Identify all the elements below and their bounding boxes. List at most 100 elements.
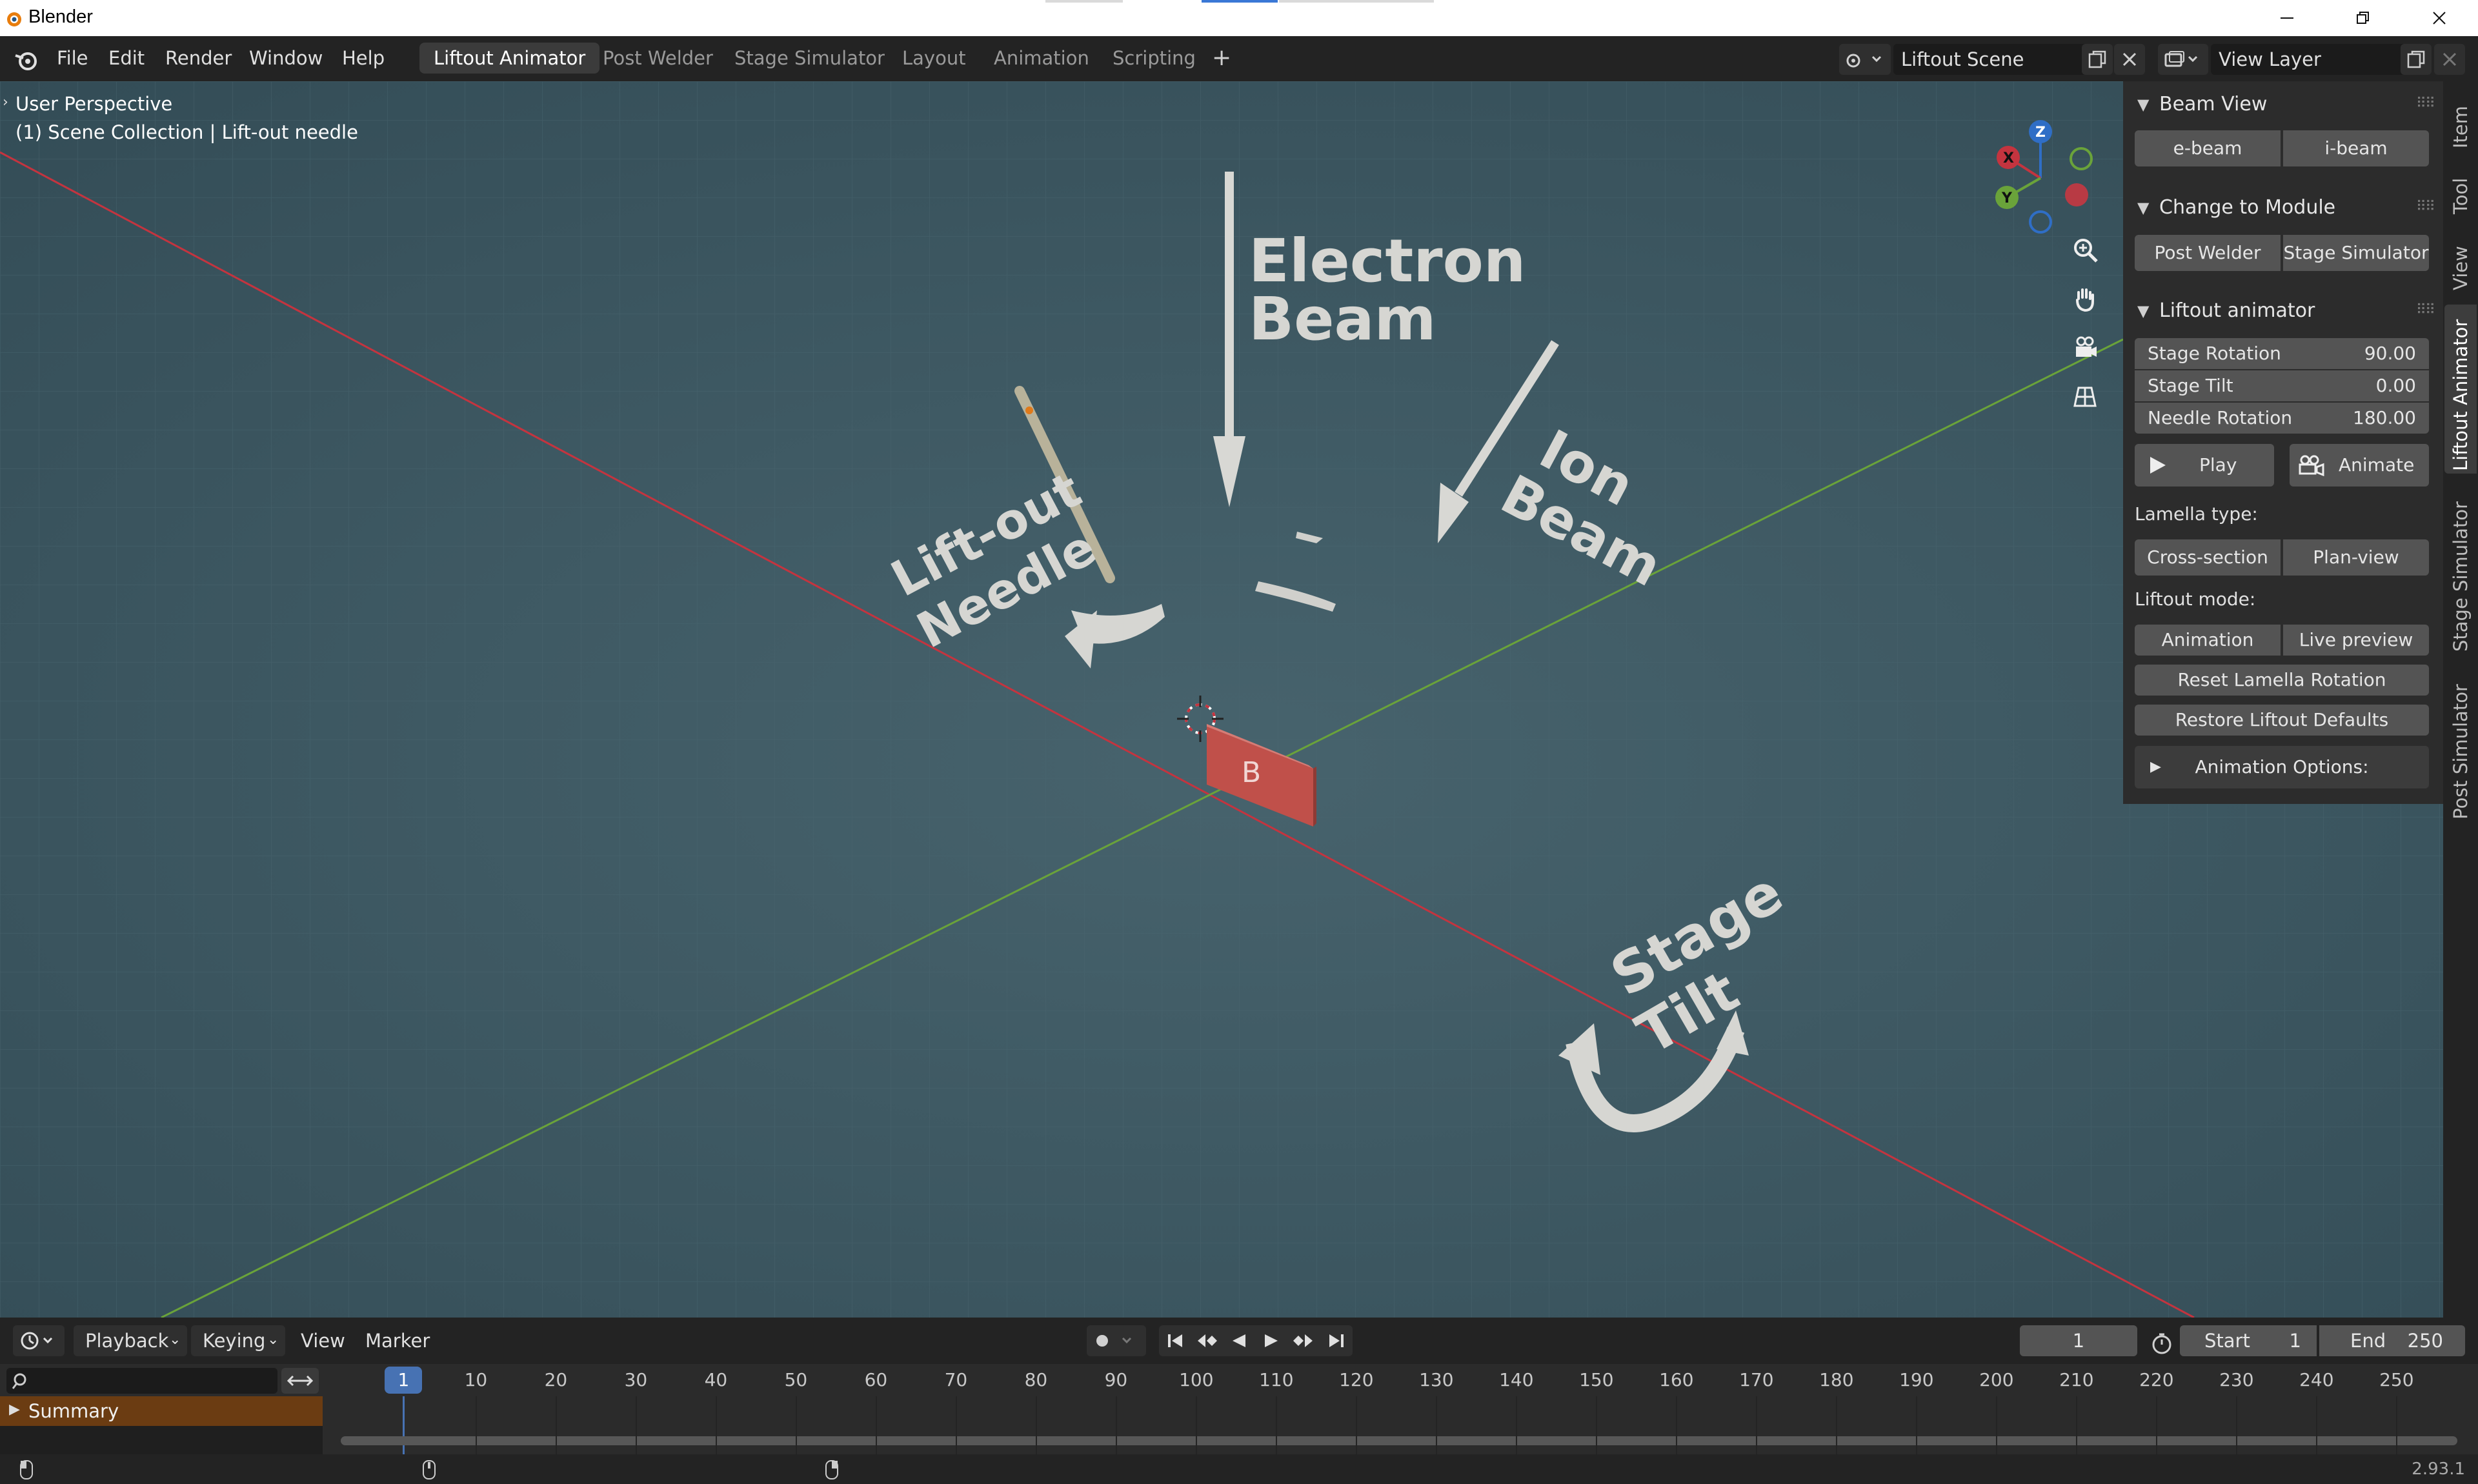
- zoom-button[interactable]: [2065, 230, 2105, 270]
- blender-menu-icon[interactable]: [13, 46, 40, 74]
- new-view-layer-button[interactable]: [2401, 44, 2432, 75]
- cross-section-button[interactable]: Cross-section: [2135, 539, 2281, 576]
- tab-scripting[interactable]: Scripting: [1098, 43, 1210, 74]
- close-button[interactable]: [2402, 0, 2476, 36]
- change-module-header[interactable]: ▼ Change to Module ⠿⠿: [2123, 185, 2443, 230]
- frame-grid-line: [555, 1396, 557, 1454]
- tab-tool[interactable]: Tool: [2450, 163, 2472, 214]
- menu-edit[interactable]: Edit: [101, 44, 152, 72]
- play-icon[interactable]: [1258, 1332, 1284, 1350]
- restore-liftout-defaults-button[interactable]: Restore Liftout Defaults: [2135, 705, 2429, 736]
- e-beam-button[interactable]: e-beam: [2135, 130, 2281, 166]
- add-workspace-button[interactable]: +: [1198, 43, 1245, 74]
- pan-button[interactable]: [2065, 279, 2105, 319]
- drag-grip-icon[interactable]: ⠿⠿: [2416, 199, 2435, 215]
- animation-mode-button[interactable]: Animation: [2135, 625, 2281, 656]
- tab-view[interactable]: View: [2450, 232, 2472, 290]
- tab-post-simulator-side[interactable]: Post Simulator: [2450, 677, 2472, 819]
- playhead-line[interactable]: [403, 1396, 405, 1454]
- play-reverse-icon[interactable]: [1226, 1332, 1252, 1350]
- jump-start-icon[interactable]: [1163, 1332, 1189, 1350]
- change-module-title: Change to Module: [2159, 196, 2336, 219]
- end-frame-field[interactable]: End 250: [2319, 1325, 2465, 1356]
- tab-stage-simulator-side[interactable]: Stage Simulator: [2450, 490, 2472, 652]
- animate-button[interactable]: Animate: [2290, 444, 2429, 486]
- tab-animation[interactable]: Animation: [980, 43, 1103, 74]
- timeline-ruler[interactable]: 1 10 20 30 40 50 60 70 80 90 100 110 120 130 140 150 160…: [0, 1364, 2478, 1396]
- tab-layout[interactable]: Layout: [888, 43, 980, 74]
- frame-tick-label: 70: [944, 1369, 968, 1390]
- camera-view-button[interactable]: [2065, 328, 2105, 368]
- scene-selector-button[interactable]: [1839, 44, 1891, 75]
- timeline-marker-menu[interactable]: Marker: [358, 1327, 438, 1355]
- plan-view-button[interactable]: Plan-view: [2283, 539, 2429, 576]
- playback-menu[interactable]: Playback ⌄: [74, 1325, 187, 1356]
- frame-tick-label: 170: [1739, 1369, 1774, 1390]
- collapse-toolbar-icon[interactable]: ›: [3, 94, 8, 110]
- tab-liftout-animator-side[interactable]: Liftout Animator: [2450, 310, 2472, 471]
- lamella-type-label: Lamella type:: [2135, 503, 2258, 525]
- menu-window[interactable]: Window: [241, 44, 330, 72]
- current-frame-field[interactable]: 1: [2020, 1325, 2137, 1356]
- frame-tick-label: 80: [1024, 1369, 1048, 1390]
- post-welder-module-button[interactable]: Post Welder: [2135, 235, 2281, 271]
- keying-menu[interactable]: Keying ⌄: [191, 1325, 285, 1356]
- tab-liftout-animator[interactable]: Liftout Animator: [419, 43, 600, 74]
- menu-file[interactable]: File: [49, 44, 96, 72]
- jump-end-icon[interactable]: [1323, 1332, 1349, 1350]
- frame-grid-line: [955, 1396, 957, 1454]
- neg-y-axis-gizmo-icon[interactable]: [2070, 147, 2093, 170]
- z-axis-label: Z: [2035, 125, 2046, 141]
- start-frame-field[interactable]: Start 1: [2180, 1325, 2317, 1356]
- minimize-button[interactable]: [2250, 0, 2324, 36]
- playback-label: Playback: [85, 1330, 169, 1352]
- menu-help[interactable]: Help: [334, 44, 392, 72]
- timeline-view-menu[interactable]: View: [293, 1327, 353, 1355]
- auto-keying-button[interactable]: [1087, 1325, 1146, 1356]
- summary-channel[interactable]: ▶ Summary: [0, 1396, 323, 1426]
- prev-keyframe-icon[interactable]: [1194, 1332, 1220, 1350]
- drag-grip-icon[interactable]: ⠿⠿: [2416, 302, 2435, 318]
- neg-x-axis-gizmo-icon[interactable]: [2065, 183, 2088, 206]
- reset-lamella-rotation-button[interactable]: Reset Lamella Rotation: [2135, 665, 2429, 696]
- frame-tick-label: 190: [1899, 1369, 1934, 1390]
- 3d-viewport[interactable]: Electron Beam Ion Beam Lift-out Needle B…: [0, 81, 2478, 1318]
- delete-view-layer-button[interactable]: [2434, 44, 2465, 75]
- stage-simulator-module-button[interactable]: Stage Simulator: [2283, 235, 2429, 271]
- menu-render[interactable]: Render: [157, 44, 239, 72]
- liftout-mode-label: Liftout mode:: [2135, 588, 2256, 610]
- liftout-animator-header[interactable]: ▼ Liftout animator ⠿⠿: [2123, 288, 2443, 333]
- stage-tilt-field[interactable]: Stage Tilt 0.00: [2135, 370, 2429, 401]
- frame-grid-line: [1275, 1396, 1277, 1454]
- next-keyframe-icon[interactable]: [1291, 1332, 1316, 1350]
- expand-arrow-icon[interactable]: ▶: [9, 1401, 20, 1418]
- channel-search-input[interactable]: [6, 1368, 277, 1394]
- needle-rotation-field[interactable]: Needle Rotation 180.00: [2135, 403, 2429, 434]
- editor-type-button[interactable]: [13, 1325, 65, 1356]
- delete-scene-button[interactable]: [2114, 44, 2145, 75]
- stopwatch-icon[interactable]: [2150, 1332, 2173, 1355]
- new-scene-button[interactable]: [2082, 44, 2113, 75]
- timeline-body[interactable]: ▶ Summary: [0, 1396, 2478, 1454]
- live-preview-mode-button[interactable]: Live preview: [2283, 625, 2429, 656]
- tab-item[interactable]: Item: [2450, 90, 2472, 148]
- frame-grid-line: [1755, 1396, 1757, 1454]
- i-beam-button[interactable]: i-beam: [2283, 130, 2429, 166]
- view-layer-selector-button[interactable]: [2158, 44, 2208, 75]
- tab-post-welder[interactable]: Post Welder: [589, 43, 727, 74]
- neg-z-axis-gizmo-icon[interactable]: [2029, 210, 2052, 234]
- tab-stage-simulator[interactable]: Stage Simulator: [720, 43, 899, 74]
- swap-button[interactable]: [281, 1368, 319, 1394]
- drag-grip-icon[interactable]: ⠿⠿: [2416, 95, 2435, 112]
- scene-name-field[interactable]: Liftout Scene: [1893, 44, 2088, 75]
- stage-rotation-field[interactable]: Stage Rotation 90.00: [2135, 338, 2429, 369]
- horizontal-scrollbar[interactable]: [341, 1436, 2457, 1445]
- play-button[interactable]: Play: [2135, 444, 2274, 486]
- beam-view-header[interactable]: ▼ Beam View ⠿⠿: [2123, 81, 2443, 126]
- restore-button[interactable]: [2326, 0, 2400, 36]
- animation-options-toggle[interactable]: ▶ Animation Options:: [2135, 746, 2429, 788]
- navigation-gizmo[interactable]: Z X Y: [1981, 101, 2110, 243]
- view-layer-name-field[interactable]: View Layer: [2211, 44, 2416, 75]
- titlebar-decoration: [1202, 0, 1278, 3]
- toggle-projection-button[interactable]: [2065, 377, 2105, 417]
